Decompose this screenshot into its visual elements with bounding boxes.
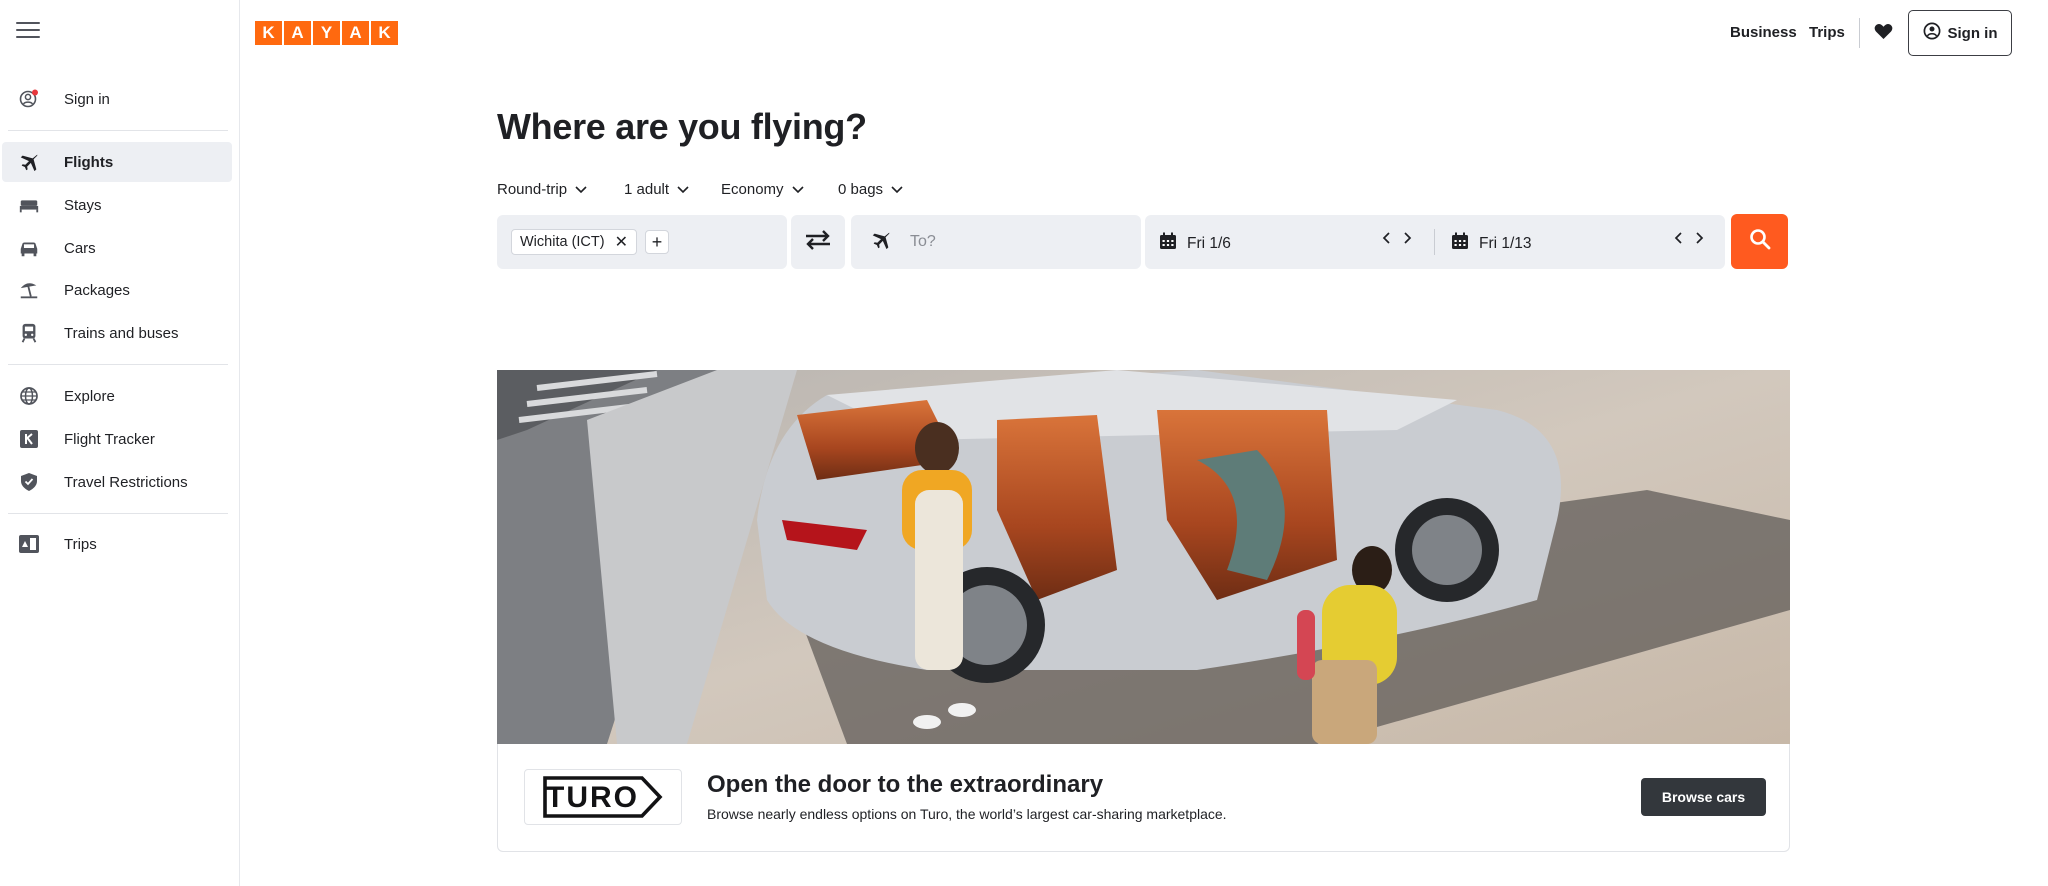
chevron-down-icon — [891, 181, 903, 198]
return-date-field[interactable]: Fri 1/13 — [1451, 232, 1532, 255]
sidebar-item-packages[interactable]: Packages — [2, 270, 232, 310]
origin-chip-label: Wichita (ICT) — [520, 234, 605, 250]
plane-icon — [870, 229, 892, 256]
logo-letter: K — [255, 21, 282, 45]
sidebar-item-explore[interactable]: Explore — [2, 376, 232, 416]
origin-chip: Wichita (ICT) ✕ — [511, 229, 637, 255]
sidebar-item-flight-tracker[interactable]: Flight Tracker — [2, 419, 232, 459]
sidebar-item-cars[interactable]: Cars — [2, 228, 232, 268]
sidebar-item-label: Flight Tracker — [64, 430, 155, 448]
chevron-down-icon — [791, 181, 804, 198]
sidebar-item-travel-restrictions[interactable]: Travel Restrictions — [2, 462, 232, 502]
divider — [8, 364, 228, 365]
promo-title: Open the door to the extraordinary — [707, 771, 1104, 798]
swap-button[interactable] — [791, 215, 845, 269]
promo-card: TURO Open the door to the extraordinary … — [497, 744, 1790, 852]
bags-value: 0 bags — [838, 181, 884, 198]
travelers-dropdown[interactable]: 1 adult — [624, 181, 689, 198]
header-sign-in-button[interactable]: Sign in — [1908, 10, 2012, 56]
chevron-right-icon[interactable] — [1402, 231, 1412, 250]
trips-icon — [17, 532, 41, 556]
turo-logo: TURO — [524, 769, 682, 825]
trip-type-dropdown[interactable]: Round-trip — [497, 181, 587, 198]
trip-type-value: Round-trip — [497, 181, 568, 198]
hero-illustration — [497, 370, 1790, 744]
destination-input[interactable] — [910, 233, 1110, 251]
sidebar-item-label: Explore — [64, 387, 115, 405]
sidebar-item-label: Stays — [64, 196, 102, 214]
sidebar-item-trains[interactable]: Trains and buses — [2, 313, 232, 353]
page-title: Where are you flying? — [497, 106, 867, 147]
sidebar-item-label: Packages — [64, 281, 130, 299]
dates-field: Fri 1/6 Fri 1/13 — [1145, 215, 1725, 269]
sidebar-item-label: Trains and buses — [64, 324, 179, 342]
date-divider — [1434, 229, 1435, 255]
destination-field[interactable] — [851, 215, 1141, 269]
calendar-icon — [1159, 232, 1177, 255]
turo-logo-text: TURO — [546, 781, 639, 814]
logo-letter: A — [342, 21, 369, 45]
logo-letter: K — [371, 21, 398, 45]
flight-tracker-icon — [17, 427, 41, 451]
sidebar-item-trips[interactable]: Trips — [2, 524, 232, 564]
beach-umbrella-icon — [17, 278, 41, 302]
divider — [8, 513, 228, 514]
sign-in-label: Sign in — [1947, 24, 1998, 42]
sidebar-item-label: Sign in — [64, 90, 110, 108]
chevron-down-icon — [677, 181, 689, 198]
globe-icon — [17, 384, 41, 408]
chevron-left-icon[interactable] — [1674, 231, 1684, 250]
cabin-class-dropdown[interactable]: Economy — [721, 181, 804, 198]
depart-date-field[interactable]: Fri 1/6 — [1159, 232, 1231, 255]
bed-icon — [17, 193, 41, 217]
calendar-icon — [1451, 232, 1469, 255]
sidebar-item-flights[interactable]: Flights — [2, 142, 232, 182]
chevron-left-icon[interactable] — [1382, 231, 1392, 250]
business-link[interactable]: Business — [1730, 24, 1797, 41]
sidebar: Sign in Flights Stays Cars Packages Trai… — [0, 0, 240, 886]
swap-arrows-icon — [804, 229, 832, 256]
origin-field[interactable]: Wichita (ICT) ✕ + — [497, 215, 787, 269]
search-button[interactable] — [1731, 214, 1788, 269]
hero-image — [497, 370, 1790, 744]
bags-dropdown[interactable]: 0 bags — [838, 181, 903, 198]
plane-icon — [17, 150, 41, 174]
sidebar-item-label: Flights — [64, 153, 114, 171]
menu-icon[interactable] — [16, 22, 40, 42]
shield-icon — [17, 470, 41, 494]
depart-date-value: Fri 1/6 — [1187, 234, 1231, 252]
promo-subtitle: Browse nearly endless options on Turo, t… — [707, 806, 1227, 822]
sidebar-item-label: Cars — [64, 239, 96, 257]
sidebar-item-label: Travel Restrictions — [64, 473, 188, 491]
chevron-right-icon[interactable] — [1694, 231, 1704, 250]
search-icon — [1749, 228, 1771, 255]
heart-icon[interactable] — [1874, 23, 1894, 41]
kayak-logo[interactable]: K A Y A K — [255, 21, 398, 45]
sidebar-item-sign-in[interactable]: Sign in — [2, 79, 232, 119]
sidebar-item-label: Trips — [64, 535, 97, 553]
logo-letter: Y — [313, 21, 340, 45]
user-icon — [1923, 22, 1941, 44]
chevron-down-icon — [575, 181, 587, 198]
cabin-class-value: Economy — [721, 181, 784, 198]
sidebar-item-stays[interactable]: Stays — [2, 185, 232, 225]
header-divider — [1859, 18, 1860, 48]
add-origin-button[interactable]: + — [645, 230, 669, 254]
close-icon[interactable]: ✕ — [615, 232, 628, 252]
trips-link[interactable]: Trips — [1809, 24, 1845, 41]
logo-letter: A — [284, 21, 311, 45]
user-icon — [17, 87, 41, 111]
browse-cars-button[interactable]: Browse cars — [1641, 778, 1766, 816]
train-icon — [17, 321, 41, 345]
car-icon — [17, 236, 41, 260]
travelers-value: 1 adult — [624, 181, 670, 198]
return-date-value: Fri 1/13 — [1479, 234, 1532, 252]
divider — [8, 130, 228, 131]
